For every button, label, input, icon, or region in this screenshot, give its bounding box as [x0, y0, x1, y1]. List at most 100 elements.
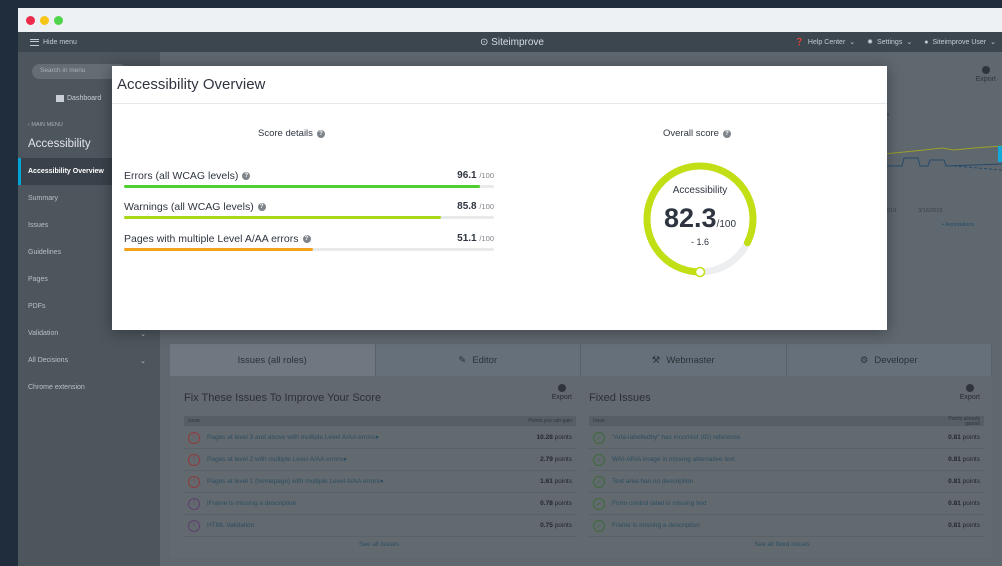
help-icon: ● [375, 434, 379, 441]
hide-menu-button[interactable]: Hide menu [30, 38, 77, 46]
hide-menu-label: Hide menu [43, 38, 77, 46]
issue-link[interactable]: Pages at level 2 with multiple Level A/A… [207, 456, 343, 463]
see-all-fixed-issues-link[interactable]: See all fixed issues [754, 541, 810, 548]
table-row[interactable]: ! iFrame is missing a description 0.78 poi… [184, 493, 576, 515]
sidebar-item-chrome-extension[interactable]: Chrome extension [18, 374, 160, 401]
help-icon[interactable]: ? [722, 129, 731, 138]
sidebar-item-label: Pages [28, 276, 48, 283]
issue-link[interactable]: iFrame is missing a description [207, 500, 296, 507]
developer-icon: ⚙ [859, 354, 869, 366]
editor-icon: ✎ [458, 354, 467, 366]
sidebar-item-all-decisions[interactable]: All Decisions ⌄ [18, 347, 160, 374]
settings-menu[interactable]: ✹ Settings ⌄ [867, 38, 912, 47]
main-menu-label: MAIN MENU [31, 122, 63, 128]
table-row[interactable]: ! HTML Validation 0.75 points [184, 515, 576, 537]
overall-score-number: 82.3 [663, 203, 717, 233]
chevron-down-icon: ⌄ [140, 330, 146, 338]
points-number: 0.75 [540, 522, 553, 529]
table-row[interactable]: ✓ "Aria-labelledby" has incorrect (ID) re… [589, 427, 984, 449]
background-trend-chart: ss 2019 3/15/2019 ▪ Annotations [884, 112, 1002, 232]
chevron-down-icon: ⌄ [849, 39, 856, 46]
sidebar-item-label: Chrome extension [28, 384, 85, 391]
issue-link[interactable]: Pages at level 1 (homepage) with multipl… [207, 478, 380, 485]
error-icon: ! [188, 453, 200, 466]
points-number: 1.61 [540, 478, 553, 485]
minimize-window-button[interactable] [40, 15, 49, 25]
score-details-heading: Score details ? [258, 128, 325, 139]
divider [112, 103, 887, 104]
table-row[interactable]: ! Pages at level 2 with multiple Level A/… [184, 449, 576, 471]
score-label: Warnings (all WCAG levels)? [124, 201, 266, 213]
score-number: 51.1 [457, 233, 477, 244]
table-row[interactable]: ! Pages at level 1 (homepage) with multip… [184, 471, 576, 493]
annotations-link[interactable]: ▪ Annotations [942, 222, 974, 228]
user-menu[interactable]: ● Siteimprove User ⌄ [924, 38, 996, 47]
warning-icon: ! [188, 497, 200, 510]
top-navigation-bar: Hide menu ⊙ Siteimprove ❓ Help Center ⌄ ✹ S… [18, 32, 1002, 52]
export-button[interactable]: Export [552, 384, 572, 401]
issue-link[interactable]: Form control label is missing text [612, 500, 707, 507]
table-row[interactable]: ! Pages at level 3 and above with multipl… [184, 427, 576, 449]
issue-link[interactable]: Frame is missing a description [612, 522, 700, 529]
issue-link[interactable]: WAI-ARIA image is missing alternative te… [612, 456, 735, 463]
table-row[interactable]: ✓ Text area has no description 0.81 points [589, 471, 984, 493]
column-header-issue: Issue [188, 418, 200, 424]
help-icon[interactable]: ? [316, 129, 325, 138]
score-max: /100 [479, 202, 494, 211]
tab-developer[interactable]: ⚙ Developer [787, 344, 992, 376]
tab-label: Editor [472, 354, 498, 366]
score-label: Errors (all WCAG levels)? [124, 170, 251, 182]
points-value: 0.81 points [948, 522, 980, 529]
table-row[interactable]: ✓ WAI-ARIA image is missing alternative t… [589, 449, 984, 471]
help-center-menu[interactable]: ❓ Help Center ⌄ [795, 38, 856, 47]
issues-panel: Fix These Issues To Improve Your Score E… [170, 376, 992, 558]
section-title: Fixed Issues [589, 392, 651, 404]
table-row[interactable]: ✓ Frame is missing a description 0.81 poin… [589, 515, 984, 537]
annotations-label: Annotations [945, 222, 975, 228]
score-number: 85.8 [457, 201, 477, 212]
tab-editor[interactable]: ✎ Editor [376, 344, 581, 376]
error-icon: ! [188, 431, 200, 444]
help-icon[interactable]: ? [257, 203, 266, 211]
issue-link[interactable]: Pages at level 3 and above with multiple… [207, 434, 375, 441]
fixed-issues-section: Fixed Issues Export Issue Points already… [589, 384, 984, 554]
score-max: /100 [479, 234, 494, 243]
settings-label: Settings [877, 38, 903, 46]
points-value: 0.81 points [948, 478, 980, 485]
score-label-text: Errors (all WCAG levels) [124, 170, 239, 182]
points-unit: points [962, 500, 980, 507]
overall-score-value: 82.3/100 [640, 203, 760, 234]
side-tab[interactable] [998, 146, 1002, 162]
user-label: Siteimprove User [932, 38, 987, 46]
points-unit: points [962, 434, 980, 441]
score-label: Pages with multiple Level A/AA errors? [124, 233, 311, 245]
points-value: 0.81 points [948, 500, 980, 507]
score-number: 96.1 [457, 170, 477, 181]
table-row[interactable]: ✓ Form control label is missing text 0.81 … [589, 493, 984, 515]
score-bar-track [124, 185, 494, 188]
issue-link[interactable]: "Aria-labelledby" has incorrect (ID) ref… [612, 434, 741, 441]
table-header: Issue Points you can gain [184, 416, 576, 426]
export-icon [557, 384, 566, 392]
points-value: 0.81 points [948, 456, 980, 463]
see-all-issues-link[interactable]: See all issues [359, 541, 399, 548]
hamburger-icon [30, 38, 39, 46]
export-button[interactable]: Export [976, 66, 996, 83]
tab-webmaster[interactable]: ⚒ Webmaster [581, 344, 787, 376]
score-bar-fill [124, 216, 442, 219]
issue-link[interactable]: HTML Validation [207, 522, 254, 529]
export-icon [981, 66, 990, 74]
check-icon: ✓ [593, 519, 605, 532]
points-unit: points [554, 456, 572, 463]
brand-name: Siteimprove [491, 36, 544, 48]
help-icon[interactable]: ? [302, 235, 311, 243]
score-label-text: Pages with multiple Level A/AA errors [124, 233, 299, 245]
tab-issues-all-roles[interactable]: Issues (all roles) [170, 344, 376, 376]
close-window-button[interactable] [26, 15, 35, 25]
error-icon: ! [188, 475, 200, 488]
issue-link[interactable]: Text area has no description [612, 478, 693, 485]
export-button[interactable]: Export [960, 384, 980, 401]
help-icon[interactable]: ? [242, 172, 251, 180]
column-header-points: Points already gained [948, 416, 980, 427]
maximize-window-button[interactable] [54, 15, 63, 25]
